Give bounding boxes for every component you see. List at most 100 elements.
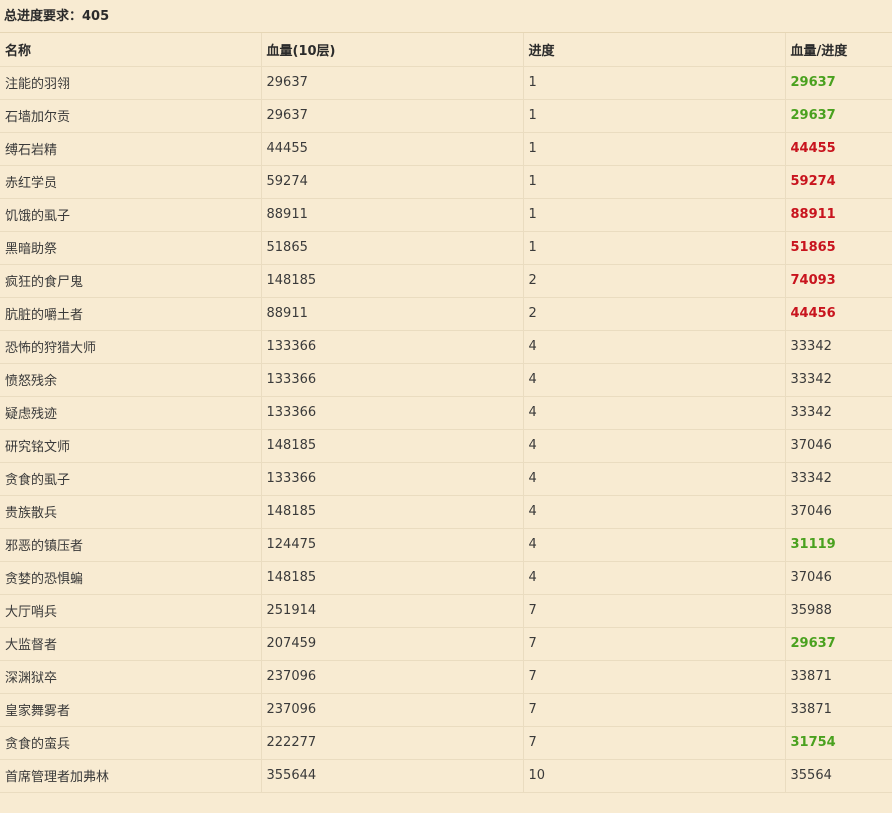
progress-cell: 7 — [523, 627, 786, 661]
hp-per-progress-cell: 35564 — [785, 759, 892, 793]
enemy-name-cell: 肮脏的嚼土者 — [0, 297, 262, 331]
hp-cell: 237096 — [261, 660, 524, 694]
hp-per-progress-cell: 29637 — [785, 99, 892, 133]
hp-cell: 29637 — [261, 66, 524, 100]
hp-cell: 148185 — [261, 429, 524, 463]
hp-cell: 133366 — [261, 330, 524, 364]
enemy-name-cell: 注能的羽翎 — [0, 66, 262, 100]
table-row: 疑虑残迹 133366 4 33342 — [0, 396, 892, 430]
hp-cell: 148185 — [261, 495, 524, 529]
hp-per-progress-cell: 74093 — [785, 264, 892, 298]
progress-cell: 7 — [523, 594, 786, 628]
hp-per-progress-cell: 44455 — [785, 132, 892, 166]
hp-per-progress-cell: 33342 — [785, 330, 892, 364]
enemy-name-cell: 邪恶的镇压者 — [0, 528, 262, 562]
hp-cell: 148185 — [261, 561, 524, 595]
hp-cell: 251914 — [261, 594, 524, 628]
hp-per-progress-cell: 33342 — [785, 396, 892, 430]
table-row: 恐怖的狩猎大师 133366 4 33342 — [0, 330, 892, 364]
hp-cell: 133366 — [261, 363, 524, 397]
progress-cell: 1 — [523, 231, 786, 265]
enemy-name-cell: 深渊狱卒 — [0, 660, 262, 694]
enemy-progress-table: 名称 血量(10层) 进度 血量/进度 注能的羽翎 29637 1 29637 石墙加尔… — [0, 33, 892, 793]
hp-per-progress-cell: 29637 — [785, 627, 892, 661]
hp-cell: 133366 — [261, 462, 524, 496]
hp-cell: 51865 — [261, 231, 524, 265]
hp-per-progress-cell: 37046 — [785, 561, 892, 595]
enemy-name-cell: 恐怖的狩猎大师 — [0, 330, 262, 364]
hp-cell: 29637 — [261, 99, 524, 133]
hp-cell: 148185 — [261, 264, 524, 298]
hp-per-progress-cell: 33871 — [785, 660, 892, 694]
total-progress-requirement: 总进度要求：405 — [0, 0, 892, 33]
enemy-name-cell: 黑暗助祭 — [0, 231, 262, 265]
table-row: 饥饿的虱子 88911 1 88911 — [0, 198, 892, 232]
hp-per-progress-cell: 35988 — [785, 594, 892, 628]
table-row: 赤红学员 59274 1 59274 — [0, 165, 892, 199]
hp-per-progress-cell: 31119 — [785, 528, 892, 562]
hp-cell: 88911 — [261, 297, 524, 331]
progress-cell: 4 — [523, 561, 786, 595]
progress-cell: 4 — [523, 528, 786, 562]
hp-cell: 124475 — [261, 528, 524, 562]
hp-per-progress-cell: 51865 — [785, 231, 892, 265]
table-row: 注能的羽翎 29637 1 29637 — [0, 66, 892, 100]
hp-per-progress-cell: 33871 — [785, 693, 892, 727]
progress-cell: 1 — [523, 99, 786, 133]
hp-cell: 237096 — [261, 693, 524, 727]
progress-cell: 4 — [523, 462, 786, 496]
enemy-name-cell: 疑虑残迹 — [0, 396, 262, 430]
enemy-name-cell: 疯狂的食尸鬼 — [0, 264, 262, 298]
hp-cell: 88911 — [261, 198, 524, 232]
hp-per-progress-cell: 29637 — [785, 66, 892, 100]
table-row: 大厅哨兵 251914 7 35988 — [0, 594, 892, 628]
table-row: 首席管理者加弗林 355644 10 35564 — [0, 759, 892, 793]
enemy-name-cell: 赤红学员 — [0, 165, 262, 199]
progress-cell: 7 — [523, 660, 786, 694]
enemy-name-cell: 饥饿的虱子 — [0, 198, 262, 232]
progress-cell: 4 — [523, 363, 786, 397]
enemy-name-cell: 大厅哨兵 — [0, 594, 262, 628]
enemy-name-cell: 愤怒残余 — [0, 363, 262, 397]
enemy-name-cell: 大监督者 — [0, 627, 262, 661]
table-row: 皇家舞雾者 237096 7 33871 — [0, 693, 892, 727]
enemy-name-cell: 皇家舞雾者 — [0, 693, 262, 727]
progress-cell: 10 — [523, 759, 786, 793]
table-row: 大监督者 207459 7 29637 — [0, 627, 892, 661]
progress-cell: 1 — [523, 165, 786, 199]
hp-per-progress-cell: 88911 — [785, 198, 892, 232]
hp-per-progress-cell: 33342 — [785, 363, 892, 397]
hp-cell: 59274 — [261, 165, 524, 199]
hp-cell: 222277 — [261, 726, 524, 760]
column-header-hp: 血量(10层) — [261, 33, 524, 67]
enemy-name-cell: 研究铭文师 — [0, 429, 262, 463]
progress-cell: 4 — [523, 330, 786, 364]
hp-per-progress-cell: 31754 — [785, 726, 892, 760]
table-row: 石墙加尔贡 29637 1 29637 — [0, 99, 892, 133]
hp-per-progress-cell: 33342 — [785, 462, 892, 496]
enemy-name-cell: 贪婪的恐惧蝙 — [0, 561, 262, 595]
table-row: 深渊狱卒 237096 7 33871 — [0, 660, 892, 694]
enemy-name-cell: 贪食的虱子 — [0, 462, 262, 496]
enemy-name-cell: 缚石岩精 — [0, 132, 262, 166]
table-row: 愤怒残余 133366 4 33342 — [0, 363, 892, 397]
table-row: 研究铭文师 148185 4 37046 — [0, 429, 892, 463]
progress-cell: 1 — [523, 132, 786, 166]
progress-cell: 1 — [523, 198, 786, 232]
table-row: 缚石岩精 44455 1 44455 — [0, 132, 892, 166]
table-row: 黑暗助祭 51865 1 51865 — [0, 231, 892, 265]
progress-cell: 2 — [523, 297, 786, 331]
progress-cell: 7 — [523, 693, 786, 727]
enemy-name-cell: 首席管理者加弗林 — [0, 759, 262, 793]
hp-cell: 207459 — [261, 627, 524, 661]
table-header: 名称 血量(10层) 进度 血量/进度 — [0, 33, 892, 67]
progress-cell: 4 — [523, 429, 786, 463]
enemy-name-cell: 贵族散兵 — [0, 495, 262, 529]
header-row: 名称 血量(10层) 进度 血量/进度 — [0, 33, 892, 67]
progress-cell: 4 — [523, 495, 786, 529]
column-header-hp-per-progress: 血量/进度 — [785, 33, 892, 67]
table-body: 注能的羽翎 29637 1 29637 石墙加尔贡 29637 1 29637 缚石岩精 4445… — [0, 66, 892, 793]
table-row: 贪食的虱子 133366 4 33342 — [0, 462, 892, 496]
hp-per-progress-cell: 44456 — [785, 297, 892, 331]
table-row: 肮脏的嚼土者 88911 2 44456 — [0, 297, 892, 331]
